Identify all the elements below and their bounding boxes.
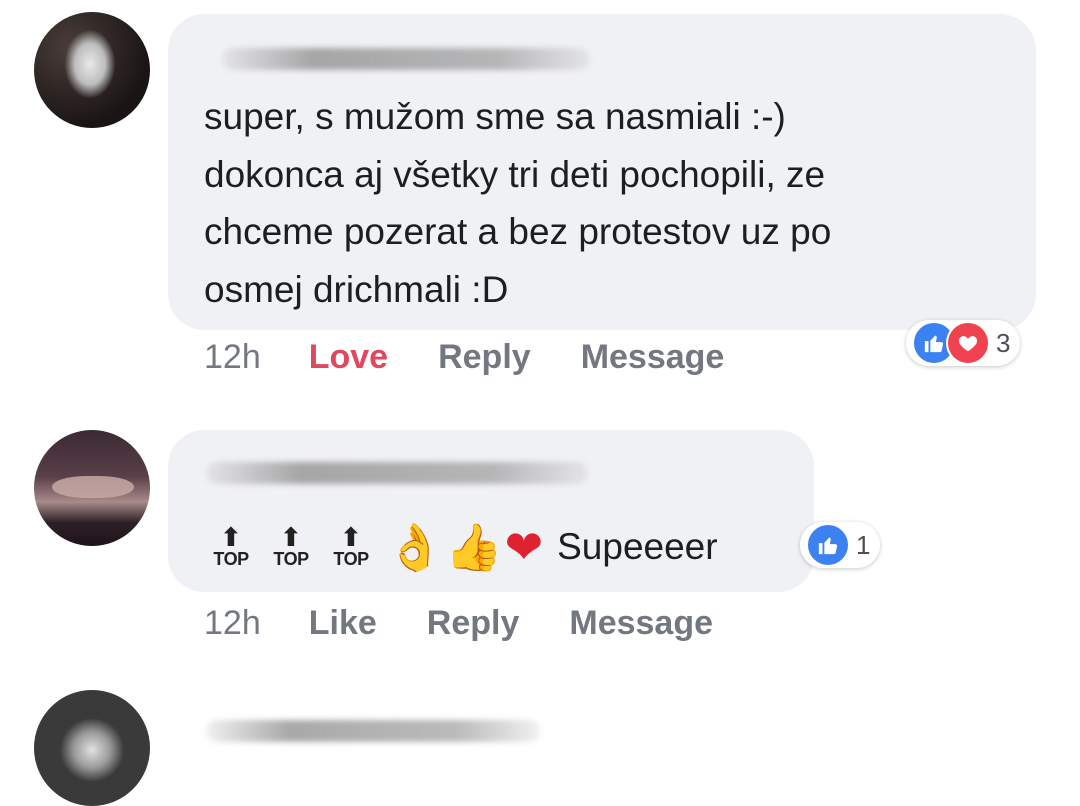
love-button[interactable]: Love <box>309 338 388 377</box>
commenter-name-redacted[interactable] <box>206 720 540 742</box>
like-icon <box>806 523 850 567</box>
commenter-avatar[interactable] <box>34 690 150 806</box>
comment-content: ⬆ TOP ⬆ TOP ⬆ TOP 👌 👍 ❤ Supeeeer <box>206 516 718 578</box>
top-label: TOP <box>273 549 309 569</box>
message-button[interactable]: Message <box>581 338 725 377</box>
heart-icon <box>958 336 978 352</box>
love-icon <box>946 321 990 365</box>
commenter-avatar[interactable] <box>34 12 150 128</box>
commenter-name-redacted[interactable] <box>222 48 590 70</box>
comment-timestamp[interactable]: 12h <box>204 604 261 643</box>
top-arrow-icon: ⬆ TOP <box>266 522 316 569</box>
reply-button[interactable]: Reply <box>427 604 520 643</box>
thumbs-up-icon: 👍 <box>445 520 503 574</box>
reaction-count: 3 <box>996 327 1011 358</box>
top-arrow-icon: ⬆ TOP <box>206 522 256 569</box>
thumbs-up-icon <box>924 335 944 353</box>
commenter-avatar[interactable] <box>34 430 150 546</box>
reactions-summary[interactable]: 1 <box>800 522 881 568</box>
top-arrow-icon: ⬆ TOP <box>326 522 376 569</box>
reply-button[interactable]: Reply <box>438 338 531 377</box>
message-button[interactable]: Message <box>569 604 713 643</box>
commenter-name-redacted[interactable] <box>206 462 588 484</box>
comment-actions: 12h Love Reply Message <box>204 338 774 377</box>
comment-timestamp[interactable]: 12h <box>204 338 261 377</box>
top-label: TOP <box>213 549 249 569</box>
top-label: TOP <box>333 549 369 569</box>
reaction-count: 1 <box>856 529 871 560</box>
up-arrow-icon: ⬆ <box>340 522 362 552</box>
comment-text: Supeeeer <box>557 526 718 567</box>
comment-actions: 12h Like Reply Message <box>204 604 763 643</box>
like-button[interactable]: Like <box>309 604 377 643</box>
up-arrow-icon: ⬆ <box>220 522 242 552</box>
ok-hand-icon: 👌 <box>386 520 444 574</box>
heart-icon: ❤ <box>504 520 544 574</box>
up-arrow-icon: ⬆ <box>280 522 302 552</box>
thumbs-up-icon <box>818 537 838 555</box>
reactions-summary[interactable]: 3 <box>906 320 1021 366</box>
comment-text: super, s mužom sme sa nasmiali :-) dokon… <box>204 96 832 310</box>
